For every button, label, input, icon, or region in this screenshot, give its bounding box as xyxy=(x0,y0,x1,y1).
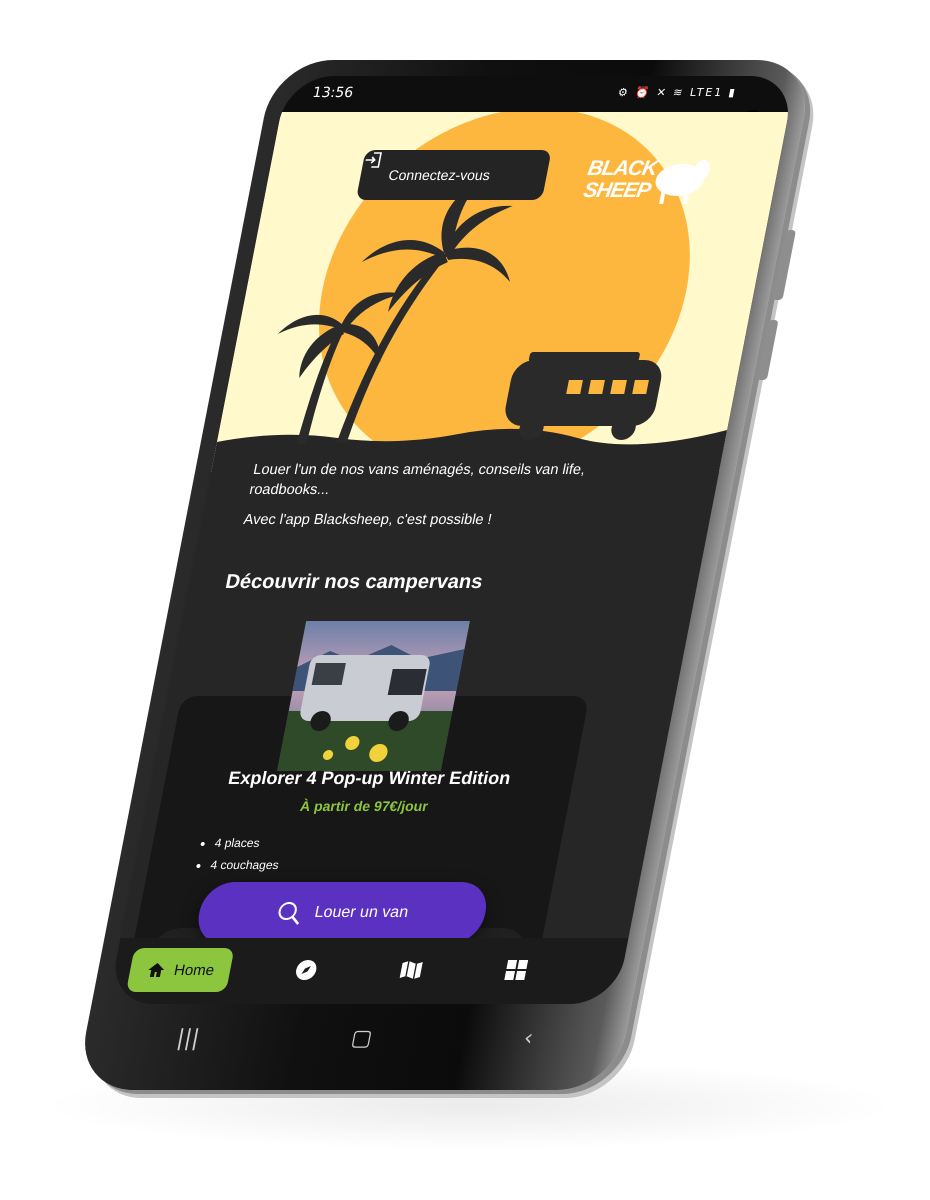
sheep-icon xyxy=(655,160,710,204)
logo-line-2: SHEEP xyxy=(581,179,653,202)
rent-van-label: Louer un van xyxy=(313,904,410,921)
intro-line-2: Avec l'app Blacksheep, c'est possible ! xyxy=(242,512,494,528)
login-button[interactable]: Connectez-vous xyxy=(355,150,552,200)
recent-apps-icon[interactable]: ||| xyxy=(175,1026,202,1051)
rent-van-button[interactable]: Louer un van xyxy=(193,882,492,944)
tab-home-label: Home xyxy=(172,961,216,979)
tab-explore[interactable] xyxy=(292,958,321,982)
bottom-tab-bar: Home xyxy=(107,938,629,1004)
login-label: Connectez-vous xyxy=(387,167,492,183)
map-icon xyxy=(399,961,423,979)
section-title: Découvrir nos campervans xyxy=(223,571,485,593)
intro-text: Louer l'un de nos vans aménagés, conseil… xyxy=(240,460,656,540)
logo-line-1: BLACK xyxy=(585,157,659,180)
app-screen: 13:56 ⚙ ⏰ ✕ ≋ LTE1 ▮ Connectez-vous BLAC… xyxy=(107,76,796,1004)
home-icon xyxy=(148,963,165,977)
tab-home[interactable]: Home xyxy=(125,948,235,992)
search-icon xyxy=(278,902,300,925)
phone-device: 13:56 ⚙ ⏰ ✕ ≋ LTE1 ▮ Connectez-vous BLAC… xyxy=(74,60,816,1090)
status-bar: 13:56 ⚙ ⏰ ✕ ≋ LTE1 ▮ xyxy=(280,76,796,112)
status-time: 13:56 xyxy=(311,85,355,101)
intro-line-1: Louer l'un de nos vans aménagés, conseil… xyxy=(247,462,587,498)
tab-map[interactable] xyxy=(397,958,426,982)
hero-banner: Connectez-vous BLACK SHEEP xyxy=(211,112,789,472)
home-nav-icon[interactable]: ▢ xyxy=(349,1026,375,1051)
van-photo-image xyxy=(276,621,471,771)
van-features-list: 4 places 4 couchages xyxy=(194,832,285,876)
feature-item: 4 places xyxy=(213,832,285,854)
van-photo[interactable] xyxy=(276,621,471,771)
back-icon[interactable]: ‹ xyxy=(522,1026,536,1051)
compass-icon xyxy=(296,960,317,980)
logo-text: BLACK SHEEP xyxy=(581,157,659,202)
van-price: À partir de 97€/jour xyxy=(298,798,430,814)
feature-item: 4 couchages xyxy=(208,854,280,876)
status-icons: ⚙ ⏰ ✕ ≋ LTE1 ▮ xyxy=(616,86,739,99)
android-nav-bar: ||| ▢ ‹ xyxy=(96,1010,615,1066)
van-title: Explorer 4 Pop-up Winter Edition xyxy=(226,768,513,788)
grid-icon xyxy=(504,960,529,980)
tab-menu[interactable] xyxy=(502,958,531,982)
blacksheep-logo[interactable]: BLACK SHEEP xyxy=(579,154,731,214)
login-icon xyxy=(365,152,382,168)
